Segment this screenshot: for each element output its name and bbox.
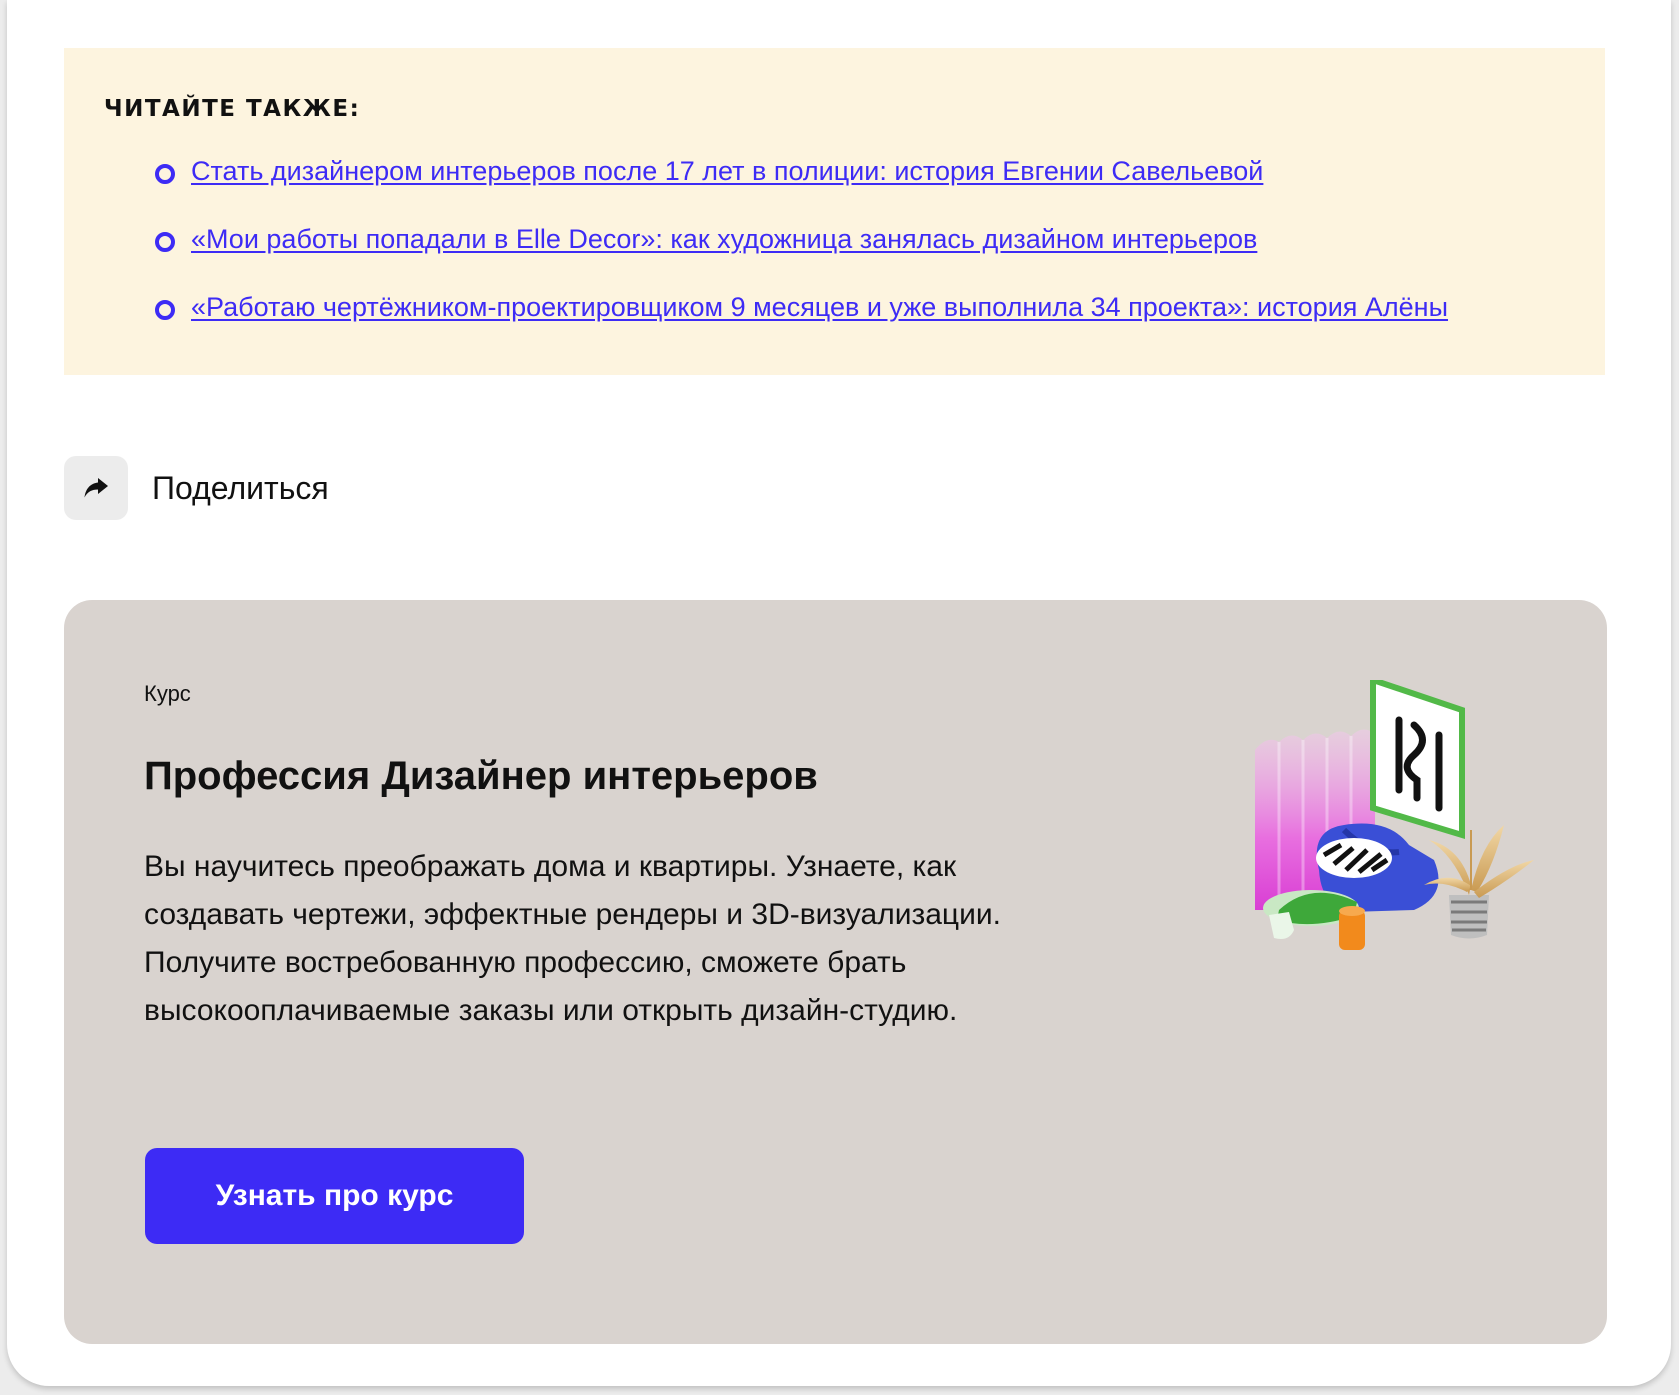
ring-bullet-icon [155,232,175,252]
read-also-block: ЧИТАЙТЕ ТАКЖЕ: Стать дизайнером интерьер… [64,48,1605,375]
read-also-link[interactable]: «Мои работы попадали в Elle Decor»: как … [191,224,1257,254]
ring-bullet-icon [155,300,175,320]
list-item: «Мои работы попадали в Elle Decor»: как … [64,224,1448,292]
article-footer-card: ЧИТАЙТЕ ТАКЖЕ: Стать дизайнером интерьер… [7,0,1671,1386]
ring-bullet-icon [155,164,175,184]
learn-about-course-button[interactable]: Узнать про курс [145,1148,524,1244]
list-item: Стать дизайнером интерьеров после 17 лет… [64,156,1448,224]
interior-3d-illustration [1255,680,1534,950]
read-also-link[interactable]: «Работаю чертёжником-проектировщиком 9 м… [191,292,1448,322]
share-arrow-icon [84,478,108,498]
share-control[interactable]: Поделиться [64,455,329,521]
read-also-title: ЧИТАЙТЕ ТАКЖЕ: [104,96,361,122]
course-kicker: Курс [144,681,191,706]
read-also-list: Стать дизайнером интерьеров после 17 лет… [64,156,1448,360]
course-description: Вы научитесь преображать дома и квартиры… [144,850,1001,1027]
course-title: Профессия Дизайнер интерьеров [144,754,818,798]
list-item: «Работаю чертёжником-проектировщиком 9 м… [64,292,1448,360]
read-also-link[interactable]: Стать дизайнером интерьеров после 17 лет… [191,156,1263,186]
course-promo-card: Курс Профессия Дизайнер интерьеров Вы на… [64,600,1607,1344]
share-button[interactable] [64,456,128,520]
share-label: Поделиться [152,469,329,506]
